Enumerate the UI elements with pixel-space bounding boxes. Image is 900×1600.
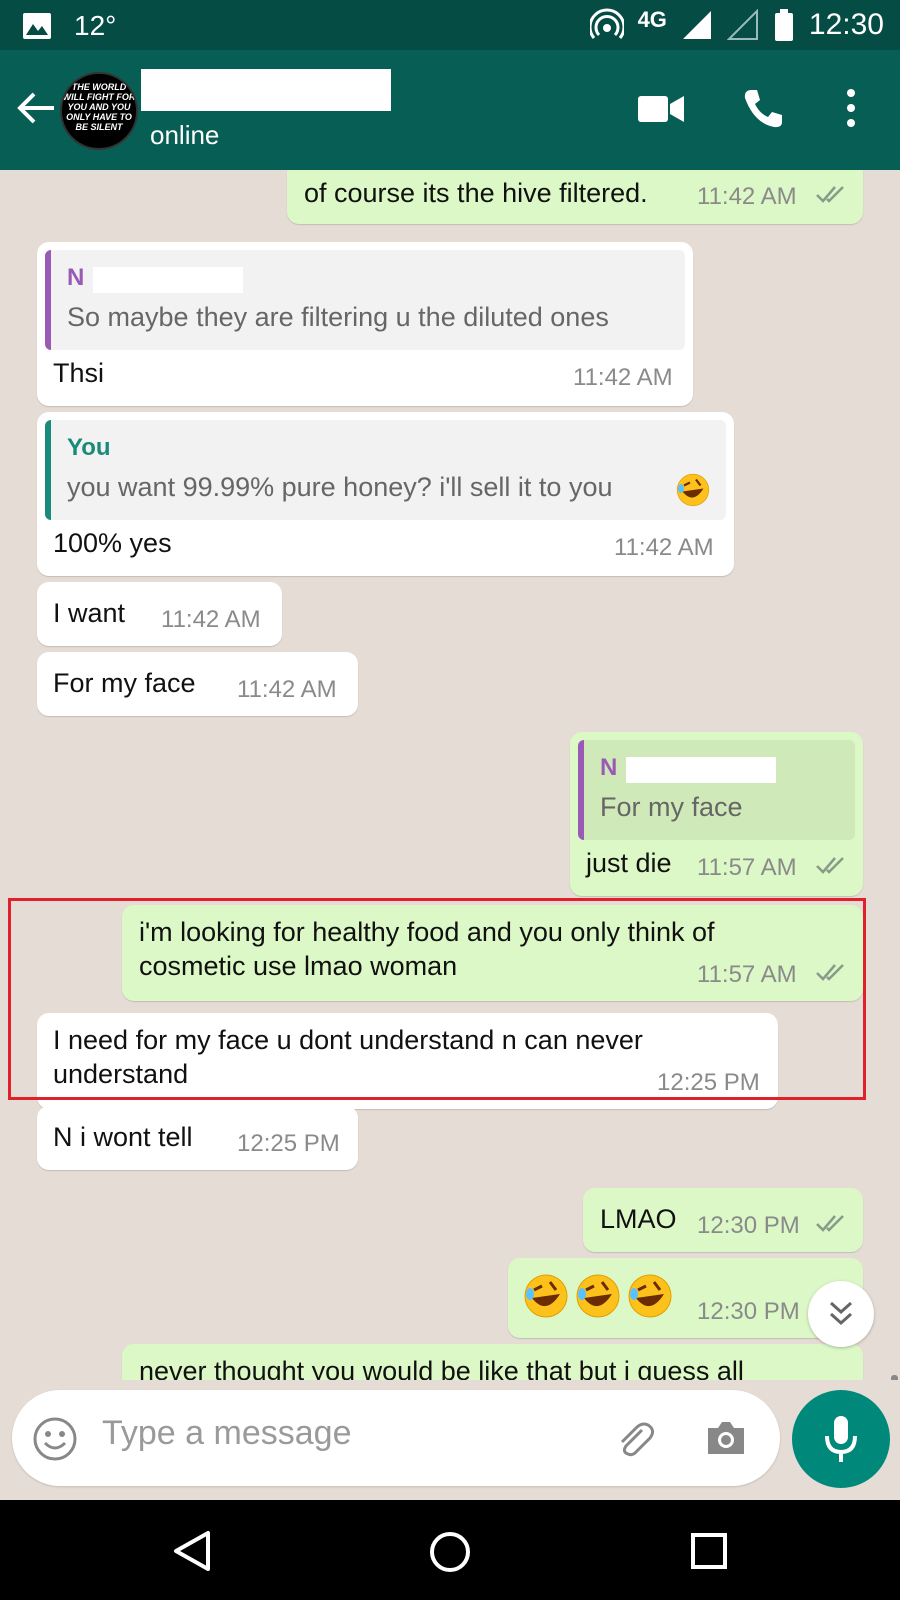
message-bubble-incoming[interactable]: You you want 99.99% pure honey? i'll sel… xyxy=(37,412,734,576)
back-arrow-icon[interactable] xyxy=(14,86,58,130)
message-bubble-outgoing[interactable]: N For my face just die 11:57 AM xyxy=(570,732,863,896)
emoji-icon[interactable] xyxy=(32,1416,78,1462)
message-time: 11:57 AM xyxy=(697,854,797,881)
quoted-message[interactable]: N So maybe they are filtering u the dilu… xyxy=(45,250,685,350)
message-text: Thsi xyxy=(53,358,105,388)
message-time: 11:42 AM xyxy=(237,676,337,703)
video-call-icon[interactable] xyxy=(638,94,684,124)
read-ticks-icon xyxy=(816,186,844,203)
quoted-message[interactable]: You you want 99.99% pure honey? i'll sel… xyxy=(45,420,726,520)
camera-icon[interactable] xyxy=(704,1418,748,1458)
status-bar: 12° 4G 12:30 xyxy=(0,0,900,50)
message-text: N i wont tell xyxy=(53,1122,193,1152)
message-time: 11:42 AM xyxy=(573,364,673,391)
message-time: 12:30 PM xyxy=(697,1212,800,1239)
quote-author: N xyxy=(67,264,85,291)
emoji-row xyxy=(522,1272,678,1320)
message-time: 11:42 AM xyxy=(697,183,797,210)
rolling-laughing-emoji xyxy=(576,1274,620,1318)
message-bubble-outgoing[interactable]: never thought you would be like that but… xyxy=(122,1344,863,1380)
attach-icon[interactable] xyxy=(612,1416,658,1462)
signal-icon xyxy=(682,11,711,39)
more-options-icon[interactable] xyxy=(846,88,856,128)
scroll-to-bottom-button[interactable] xyxy=(808,1281,874,1347)
nav-back-icon[interactable] xyxy=(172,1530,212,1572)
quote-bar xyxy=(45,250,51,350)
network-type: 4G xyxy=(637,7,667,32)
quote-text: For my face xyxy=(600,792,743,822)
read-ticks-icon xyxy=(816,1215,844,1232)
message-bubble-incoming[interactable]: N So maybe they are filtering u the dilu… xyxy=(37,242,693,406)
read-ticks-icon xyxy=(816,857,844,874)
quote-author: You xyxy=(67,434,111,461)
image-icon xyxy=(23,13,51,39)
message-bubble-outgoing[interactable]: of course its the hive filtered. 11:42 A… xyxy=(287,170,863,224)
mic-icon xyxy=(825,1416,857,1462)
message-text: of course its the hive filtered. xyxy=(304,178,648,208)
message-time: 11:42 AM xyxy=(161,606,261,633)
avatar-text: THE WORLD WILL FIGHT FOR YOU AND YOU ONL… xyxy=(62,82,136,132)
hotspot-icon xyxy=(589,8,624,39)
message-time: 12:25 PM xyxy=(237,1130,340,1157)
nav-home-icon[interactable] xyxy=(428,1530,472,1574)
message-text: LMAO xyxy=(600,1204,677,1234)
voice-record-button[interactable] xyxy=(792,1390,890,1488)
quote-text: So maybe they are filtering u the dilute… xyxy=(67,302,609,332)
quote-text: you want 99.99% pure honey? i'll sell it… xyxy=(67,472,613,502)
quote-author: N xyxy=(600,754,618,781)
quote-bar xyxy=(578,740,584,840)
quote-bar xyxy=(45,420,51,520)
rolling-laughing-emoji xyxy=(628,1274,672,1318)
highlight-annotation xyxy=(8,898,866,1100)
message-time: 12:30 PM xyxy=(697,1298,800,1325)
rolling-laughing-emoji xyxy=(676,473,710,507)
contact-status: online xyxy=(150,120,220,150)
redacted-name xyxy=(93,267,243,293)
message-text: For my face xyxy=(53,668,196,698)
message-text: never thought you would be like that but… xyxy=(139,1356,744,1380)
phone-icon[interactable] xyxy=(740,86,784,130)
avatar[interactable]: THE WORLD WILL FIGHT FOR YOU AND YOU ONL… xyxy=(60,72,138,150)
message-bubble-incoming[interactable]: For my face 11:42 AM xyxy=(37,652,358,716)
scroll-down-icon xyxy=(829,1301,853,1326)
redacted-name xyxy=(626,757,776,783)
scrollbar[interactable] xyxy=(891,1375,898,1380)
message-bubble-outgoing[interactable]: LMAO 12:30 PM xyxy=(583,1188,863,1252)
message-time: 11:42 AM xyxy=(614,534,714,561)
temperature-text: 12° xyxy=(74,10,117,41)
contact-name-redacted[interactable] xyxy=(141,69,391,111)
message-bubble-incoming[interactable]: I want 11:42 AM xyxy=(37,582,282,646)
quoted-message[interactable]: N For my face xyxy=(578,740,855,840)
message-text: just die xyxy=(586,848,672,878)
message-input-bar[interactable]: Type a message xyxy=(12,1390,780,1486)
rolling-laughing-emoji xyxy=(524,1274,568,1318)
message-input[interactable]: Type a message xyxy=(102,1414,351,1453)
battery-icon xyxy=(774,9,793,41)
message-bubble-incoming[interactable]: N i wont tell 12:25 PM xyxy=(37,1106,358,1170)
system-nav-bar xyxy=(0,1500,900,1600)
message-text: 100% yes xyxy=(53,528,172,558)
signal-icon xyxy=(726,9,758,40)
status-time: 12:30 xyxy=(808,8,884,41)
chat-header: THE WORLD WILL FIGHT FOR YOU AND YOU ONL… xyxy=(0,50,900,170)
nav-recents-icon[interactable] xyxy=(690,1532,728,1570)
message-text: I want xyxy=(53,598,126,628)
chat-area[interactable]: of course its the hive filtered. 11:42 A… xyxy=(0,170,900,1380)
